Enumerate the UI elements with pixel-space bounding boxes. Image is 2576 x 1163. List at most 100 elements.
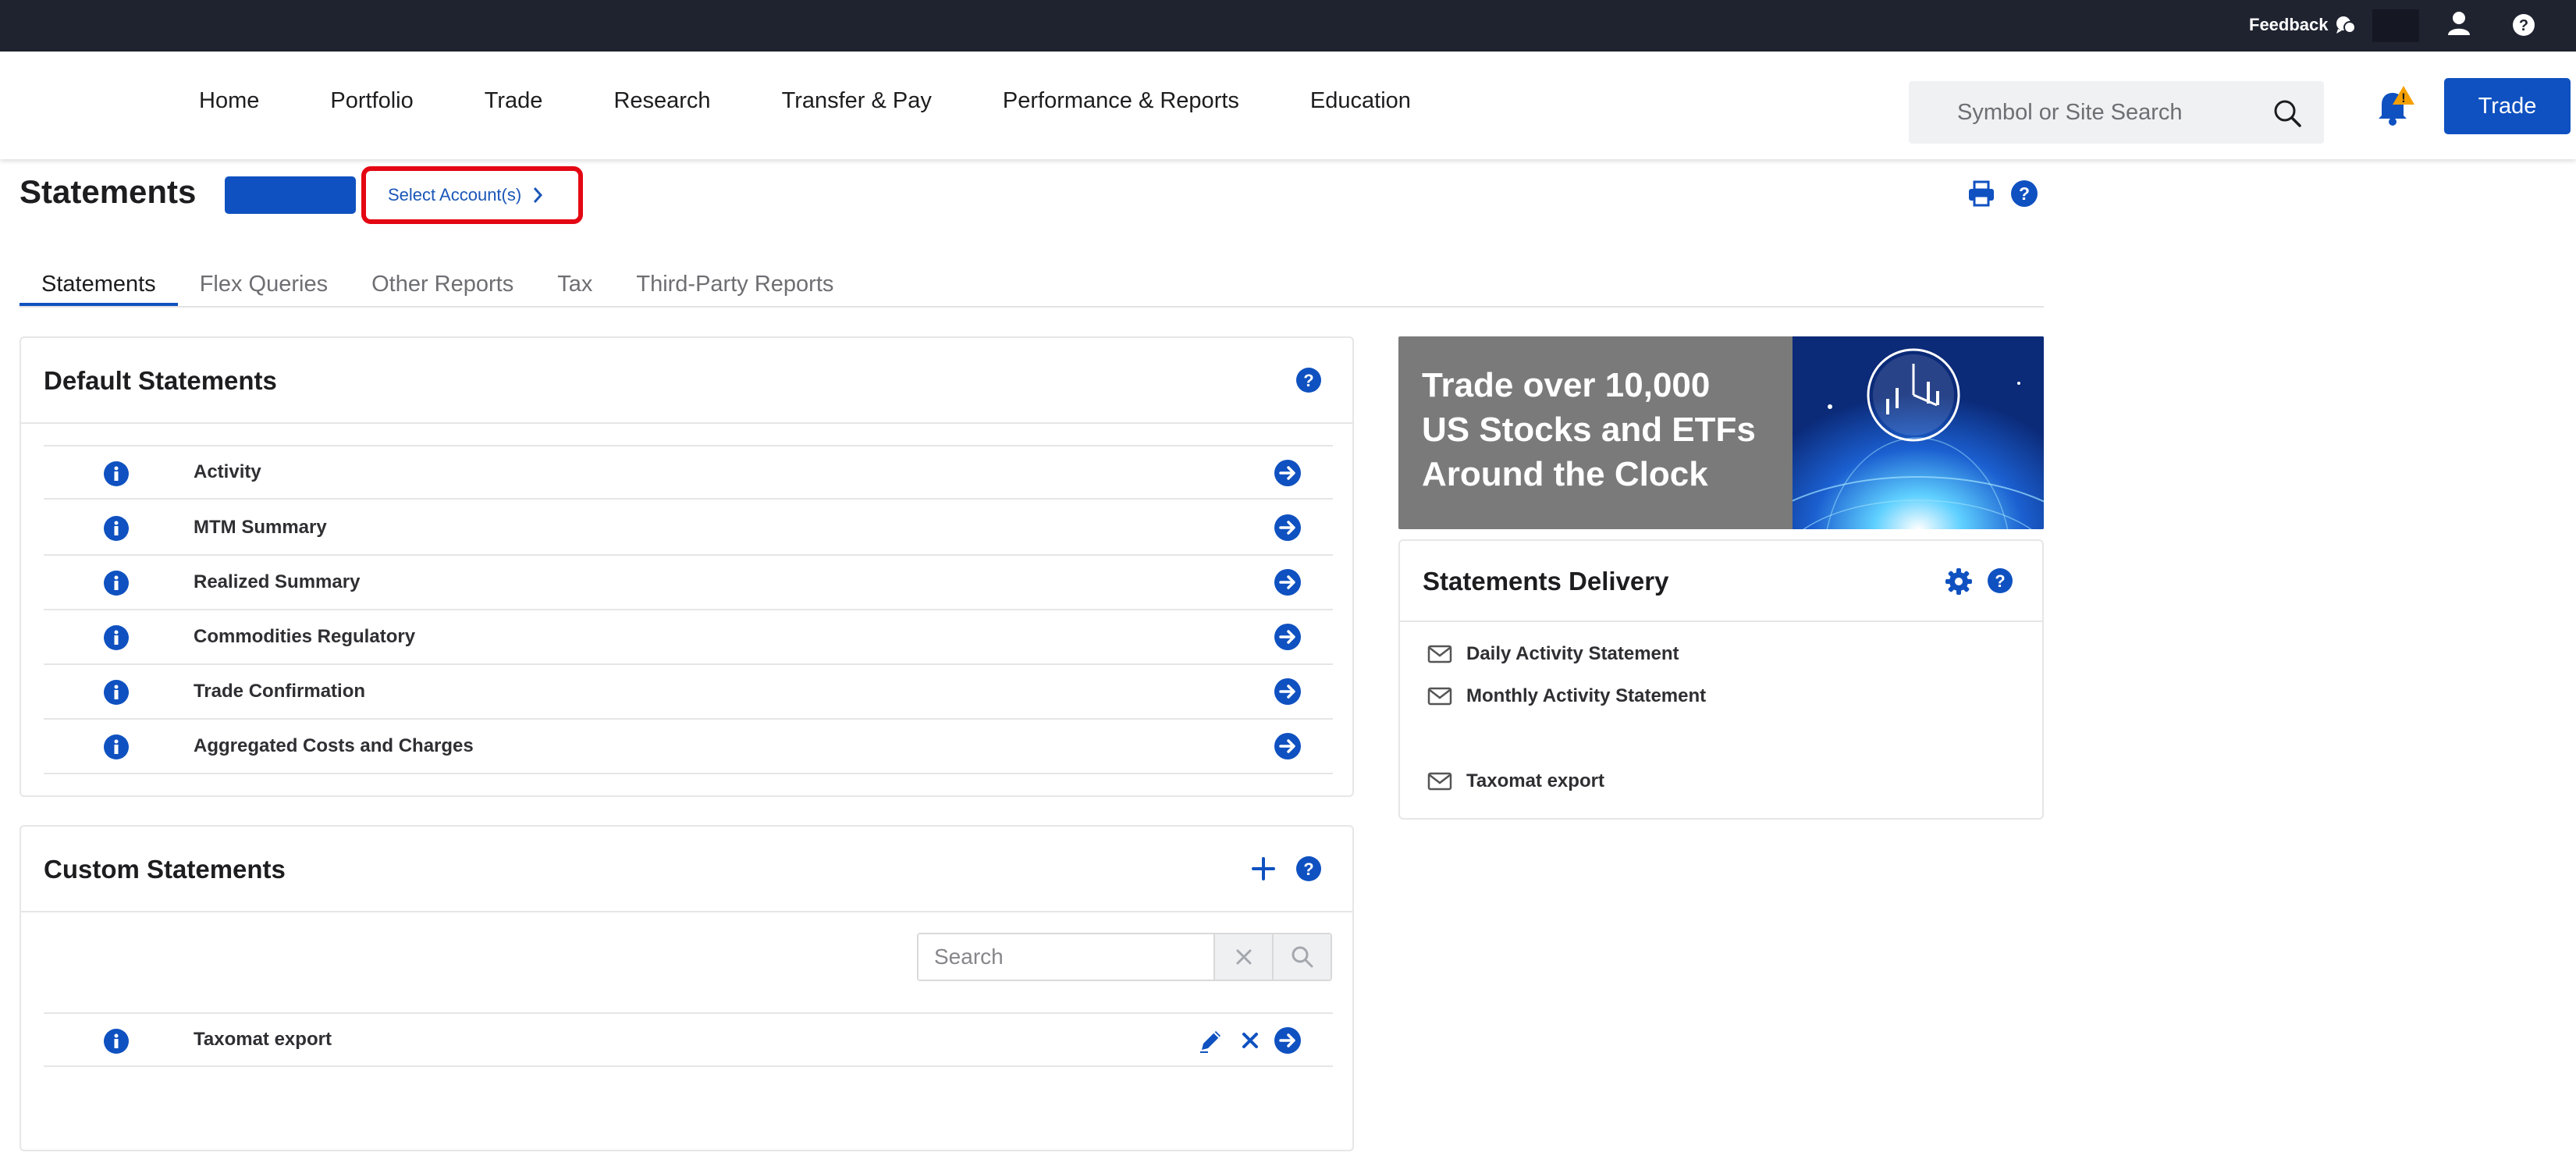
svg-text:?: ? <box>1303 371 1313 390</box>
notifications-bell-icon[interactable]: ! <box>2372 84 2416 128</box>
arrow-right-icon[interactable] <box>1274 623 1302 651</box>
account-selector-pill[interactable] <box>225 176 356 214</box>
statement-label[interactable]: Trade Confirmation <box>194 681 365 702</box>
delivery-help-icon[interactable]: ? <box>1987 567 2013 594</box>
help-icon[interactable]: ? <box>2512 13 2535 37</box>
tab-third-party-reports[interactable]: Third-Party Reports <box>614 265 855 306</box>
delivery-item-taxomat[interactable]: Taxomat export <box>1427 770 1604 792</box>
envelope-icon <box>1427 687 1452 706</box>
custom-statements-title: Custom Statements <box>44 855 286 884</box>
svg-text:?: ? <box>1995 571 2005 591</box>
statements-delivery-panel: Statements Delivery ? Daily Activity Sta… <box>1398 539 2044 820</box>
feedback-link[interactable]: Feedback <box>2249 15 2357 35</box>
tab-statements[interactable]: Statements <box>20 265 178 306</box>
statement-row-mtm-summary: MTM Summary <box>44 501 1333 556</box>
site-search-box <box>1909 81 2324 144</box>
statement-row-trade-confirmation: Trade Confirmation <box>44 665 1333 720</box>
info-icon[interactable] <box>103 461 130 487</box>
promo-line: Around the Clock <box>1422 455 1708 493</box>
panel-header: Custom Statements ? <box>21 827 1352 912</box>
statement-label[interactable]: Aggregated Costs and Charges <box>194 735 474 757</box>
chevron-right-icon <box>521 187 543 204</box>
chat-bubble-icon <box>2335 15 2357 35</box>
edit-pencil-icon[interactable] <box>1197 1026 1225 1055</box>
search-icon[interactable] <box>1272 934 1331 980</box>
svg-text:?: ? <box>1303 859 1313 879</box>
custom-statements-help-icon[interactable]: ? <box>1295 855 1322 882</box>
print-icon[interactable] <box>1967 180 1995 208</box>
nav-item-performance-reports[interactable]: Performance & Reports <box>1003 88 1239 114</box>
plus-icon[interactable] <box>1250 855 1277 882</box>
info-icon[interactable] <box>103 1028 130 1055</box>
arrow-right-icon[interactable] <box>1274 459 1302 487</box>
statement-label[interactable]: Commodities Regulatory <box>194 626 415 648</box>
clear-x-icon[interactable] <box>1213 934 1272 980</box>
promo-line: Trade over 10,000 <box>1422 366 1711 404</box>
panel-header: Statements Delivery ? <box>1400 541 2042 622</box>
statement-row-aggregated-costs: Aggregated Costs and Charges <box>44 720 1333 774</box>
trade-button[interactable]: Trade <box>2444 78 2571 134</box>
report-tabs: Statements Flex Queries Other Reports Ta… <box>20 265 2044 308</box>
info-icon[interactable] <box>103 570 130 596</box>
info-icon[interactable] <box>103 679 130 706</box>
arrow-right-icon[interactable] <box>1274 678 1302 706</box>
statement-label[interactable]: Taxomat export <box>194 1029 332 1051</box>
envelope-icon <box>1427 645 1452 663</box>
nav-item-trade[interactable]: Trade <box>485 88 543 114</box>
statement-label[interactable]: MTM Summary <box>194 517 327 539</box>
page-help-icon[interactable]: ? <box>2010 180 2038 208</box>
select-accounts-label: Select Account(s) <box>388 185 522 205</box>
custom-search-box <box>917 933 1332 981</box>
gear-icon[interactable] <box>1945 567 1973 596</box>
tab-other-reports[interactable]: Other Reports <box>350 265 535 306</box>
nav-item-home[interactable]: Home <box>199 88 259 114</box>
panel-header: Default Statements ? <box>21 338 1352 424</box>
statement-row-activity: Activity <box>44 445 1333 500</box>
delivery-item-label: Daily Activity Statement <box>1466 643 1679 664</box>
svg-text:?: ? <box>2019 183 2030 204</box>
nav-item-education[interactable]: Education <box>1310 88 1411 114</box>
envelope-icon <box>1427 772 1452 791</box>
delivery-item-monthly[interactable]: Monthly Activity Statement <box>1427 685 1706 707</box>
nav-item-portfolio[interactable]: Portfolio <box>330 88 413 114</box>
tab-tax[interactable]: Tax <box>535 265 614 306</box>
default-statements-title: Default Statements <box>44 366 277 395</box>
arrow-right-icon[interactable] <box>1274 514 1302 542</box>
arrow-right-icon[interactable] <box>1274 568 1302 596</box>
statement-label[interactable]: Realized Summary <box>194 571 360 593</box>
statement-row-realized-summary: Realized Summary <box>44 556 1333 610</box>
promo-text-panel: Trade over 10,000 US Stocks and ETFs Aro… <box>1398 336 1793 529</box>
statements-delivery-title: Statements Delivery <box>1423 567 1669 596</box>
delivery-item-label: Monthly Activity Statement <box>1466 685 1707 706</box>
notification-badge: ! <box>2401 91 2406 105</box>
svg-text:?: ? <box>2519 17 2528 34</box>
delivery-item-daily[interactable]: Daily Activity Statement <box>1427 643 1679 665</box>
info-icon[interactable] <box>103 734 130 760</box>
user-icon[interactable] <box>2447 11 2471 36</box>
custom-statements-panel: Custom Statements ? Taxomat export <box>20 825 1354 1151</box>
globe-clock-image <box>1793 336 2044 529</box>
arrow-right-icon[interactable] <box>1274 1026 1302 1055</box>
default-statements-help-icon[interactable]: ? <box>1295 367 1322 393</box>
nav-menu: Home Portfolio Trade Research Transfer &… <box>199 88 1482 114</box>
account-indicator <box>2372 9 2419 42</box>
statement-label[interactable]: Activity <box>194 461 261 483</box>
delivery-item-label: Taxomat export <box>1466 770 1604 791</box>
custom-statement-row: Taxomat export <box>44 1012 1333 1067</box>
nav-item-research[interactable]: Research <box>613 88 710 114</box>
site-search-input[interactable] <box>1956 98 2244 126</box>
arrow-right-icon[interactable] <box>1274 732 1302 760</box>
info-icon[interactable] <box>103 624 130 651</box>
tab-flex-queries[interactable]: Flex Queries <box>178 265 350 306</box>
custom-search-input[interactable] <box>918 934 1213 980</box>
delete-x-icon[interactable] <box>1236 1026 1264 1055</box>
promo-banner[interactable]: Trade over 10,000 US Stocks and ETFs Aro… <box>1398 336 2044 529</box>
info-icon[interactable] <box>103 515 130 542</box>
default-statements-panel: Default Statements ? Activity MTM Summar… <box>20 336 1354 797</box>
promo-line: US Stocks and ETFs <box>1422 411 1756 449</box>
nav-item-transfer-pay[interactable]: Transfer & Pay <box>782 88 932 114</box>
feedback-label: Feedback <box>2249 15 2329 34</box>
page-title: Statements <box>20 173 197 210</box>
select-accounts-button[interactable]: Select Account(s) <box>361 166 583 224</box>
search-icon[interactable] <box>2272 98 2302 128</box>
